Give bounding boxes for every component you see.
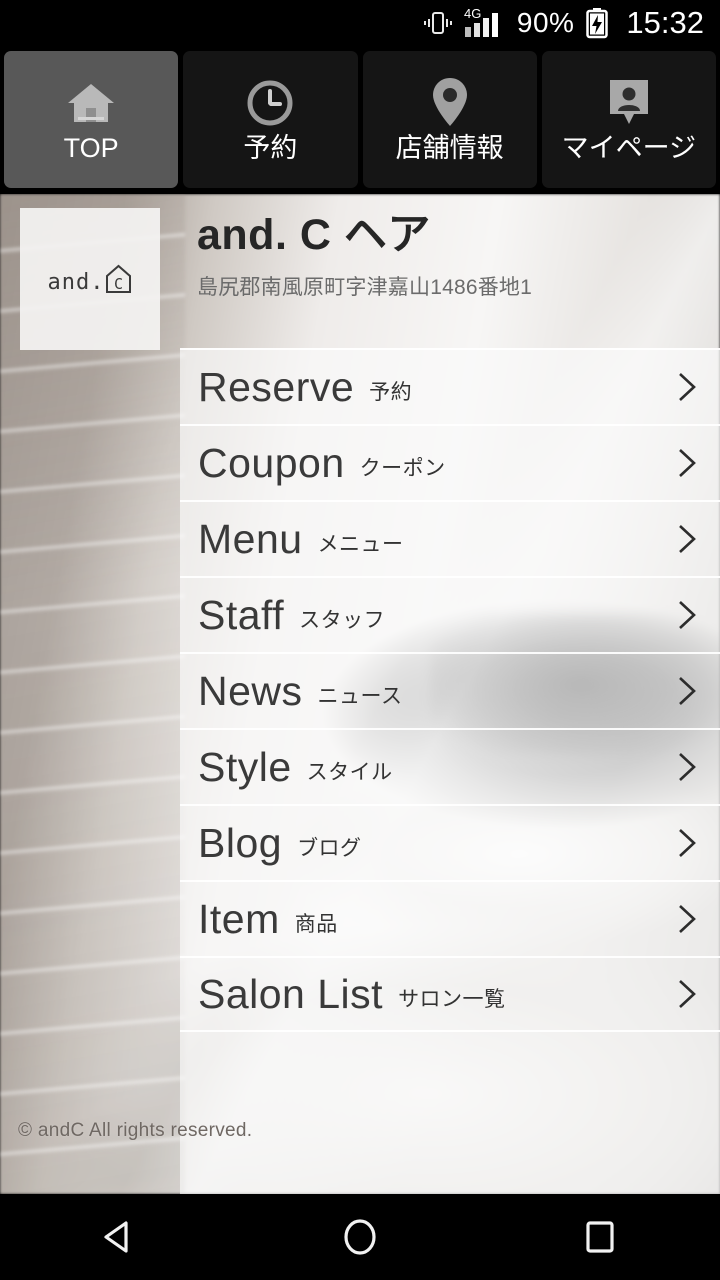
home-icon	[64, 77, 118, 129]
chevron-right-icon	[674, 674, 700, 708]
tab-my-page[interactable]: マイページ	[541, 51, 716, 188]
status-bar: 4G 90% 15:32	[0, 0, 720, 45]
logo-wordmark: and.	[47, 270, 105, 295]
main-menu-list: Reserve 予約 Coupon クーポン Menu メニュー Staff ス…	[180, 348, 720, 1194]
menu-item-label-ja: 商品	[294, 912, 338, 936]
chevron-right-icon	[674, 826, 700, 860]
shop-logo: and. C	[20, 208, 160, 350]
menu-item-label-en: News	[198, 667, 303, 714]
main-content: and. C and. C ヘア 島尻郡南風原町字津嘉山1486番地1 Rese…	[0, 194, 720, 1194]
menu-item-label-en: Menu	[198, 515, 303, 562]
phone-screen: 4G 90% 15:32 TOP 予約 店舗情報 マイページ and. C an…	[0, 0, 720, 1280]
vibrate-icon	[423, 9, 453, 37]
signal-bars-icon: 4G	[464, 7, 506, 39]
copyright-text: © andC All rights reserved.	[18, 1120, 253, 1141]
clock-time-label: 15:32	[626, 4, 704, 40]
svg-text:C: C	[114, 275, 123, 293]
menu-item-label-en: Style	[198, 743, 292, 790]
tab-label: 店舗情報	[395, 133, 504, 163]
menu-item-label-ja: ブログ	[297, 836, 362, 860]
menu-item-coupon[interactable]: Coupon クーポン	[180, 424, 720, 500]
recents-square-icon[interactable]	[540, 1194, 660, 1280]
shop-header: and. C and. C ヘア 島尻郡南風原町字津嘉山1486番地1	[0, 194, 720, 350]
menu-item-item[interactable]: Item 商品	[180, 880, 720, 956]
chevron-right-icon	[674, 370, 700, 404]
map-pin-icon	[430, 77, 470, 129]
battery-percent-label: 90%	[516, 6, 575, 38]
menu-item-label-ja: メニュー	[317, 532, 404, 556]
shop-address: 島尻郡南風原町字津嘉山1486番地1	[197, 275, 532, 299]
menu-item-blog[interactable]: Blog ブログ	[180, 804, 720, 880]
svg-text:4G: 4G	[464, 7, 481, 21]
chevron-right-icon	[674, 446, 700, 480]
menu-item-label-ja: サロン一覧	[398, 987, 506, 1011]
page-title: and. C ヘア	[197, 211, 431, 259]
menu-item-label-ja: クーポン	[359, 456, 446, 480]
tab-label: 予約	[243, 133, 298, 163]
menu-item-label-ja: スタッフ	[299, 608, 386, 632]
account-card-icon	[604, 77, 654, 129]
menu-item-label-en: Salon List	[198, 970, 384, 1017]
android-navigation-bar	[0, 1194, 720, 1280]
menu-item-menu[interactable]: Menu メニュー	[180, 500, 720, 576]
chevron-right-icon	[674, 902, 700, 936]
menu-item-staff[interactable]: Staff スタッフ	[180, 576, 720, 652]
menu-item-style[interactable]: Style スタイル	[180, 728, 720, 804]
menu-item-label-en: Coupon	[198, 439, 345, 486]
house-outline-icon: C	[105, 264, 132, 294]
menu-item-label-en: Blog	[198, 819, 283, 866]
battery-charging-icon	[585, 7, 609, 39]
menu-item-label-ja: 予約	[369, 380, 413, 404]
clock-icon	[244, 77, 296, 129]
tab-top[interactable]: TOP	[4, 51, 179, 188]
menu-item-label-en: Staff	[198, 591, 285, 638]
menu-item-salon-list[interactable]: Salon List サロン一覧	[180, 956, 720, 1032]
tab-label: マイページ	[561, 133, 697, 163]
tab-reserve[interactable]: 予約	[183, 51, 358, 188]
chevron-right-icon	[674, 750, 700, 784]
menu-item-reserve[interactable]: Reserve 予約	[180, 348, 720, 424]
top-tab-bar: TOP 予約 店舗情報 マイページ	[0, 45, 720, 194]
chevron-right-icon	[674, 522, 700, 556]
menu-item-label-en: Reserve	[198, 363, 355, 410]
chevron-right-icon	[674, 598, 700, 632]
menu-item-news[interactable]: News ニュース	[180, 652, 720, 728]
tab-label: TOP	[63, 133, 119, 163]
home-circle-icon[interactable]	[300, 1194, 420, 1280]
chevron-right-icon	[674, 977, 700, 1011]
menu-item-label-en: Item	[198, 895, 280, 942]
tab-shop-info[interactable]: 店舗情報	[362, 51, 537, 188]
menu-item-label-ja: ニュース	[317, 684, 403, 708]
menu-item-label-ja: スタイル	[306, 760, 393, 784]
back-triangle-icon[interactable]	[60, 1194, 180, 1280]
